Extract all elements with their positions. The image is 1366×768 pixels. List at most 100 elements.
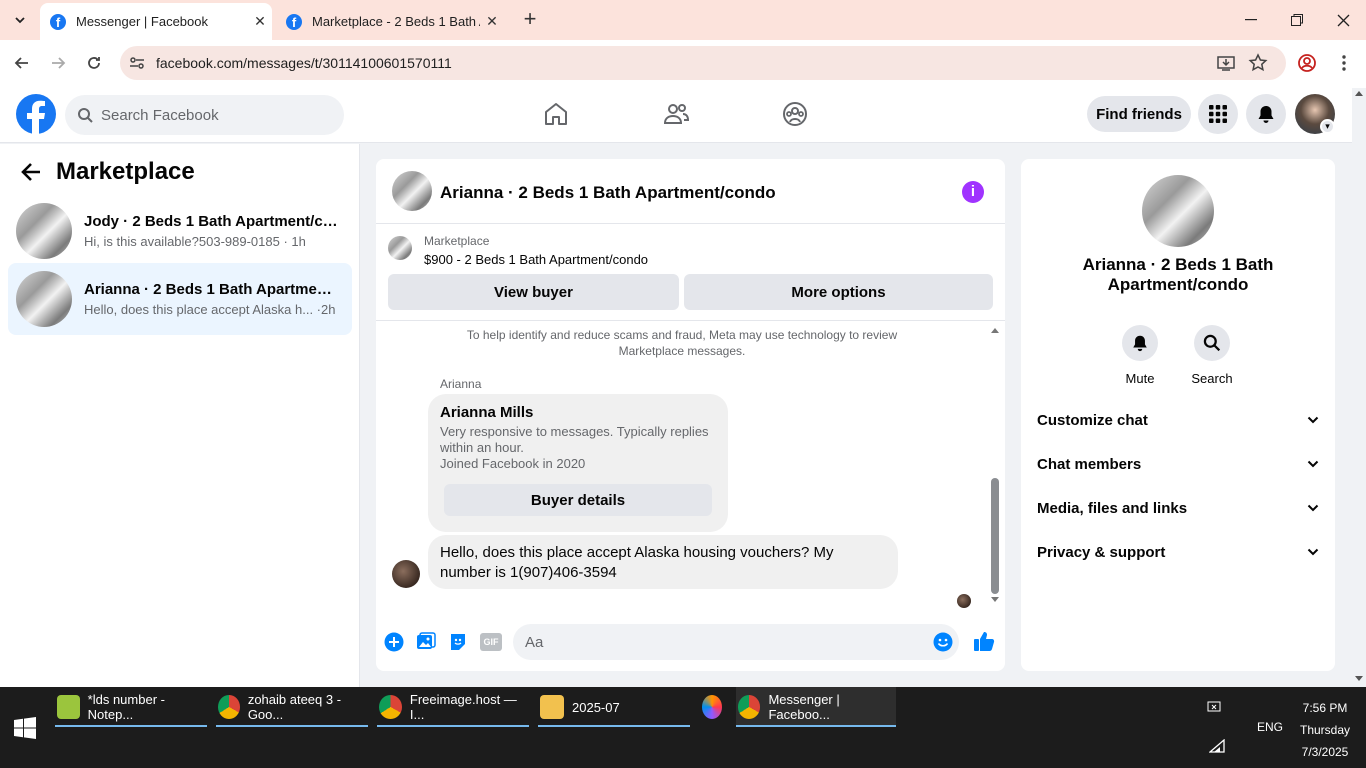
more-options-button[interactable]: More options xyxy=(684,274,993,310)
taskbar-item-chrome-freeimage[interactable]: Freeimage.host — I... xyxy=(377,687,529,727)
conversation-item[interactable]: Jody · 2 Beds 1 Bath Apartment/co... Hi,… xyxy=(8,195,352,267)
facebook-header: Search Facebook Find friends ▾ xyxy=(0,86,1366,143)
windows-start-icon[interactable] xyxy=(14,717,36,739)
search-icon xyxy=(77,107,93,123)
tab-search-chevron-icon[interactable] xyxy=(8,8,32,32)
photo-icon[interactable] xyxy=(416,632,436,652)
account-avatar[interactable]: ▾ xyxy=(1295,94,1335,134)
clock-day: Thursday xyxy=(1299,723,1351,737)
taskbar-item-folder[interactable]: 2025-07 xyxy=(538,687,690,727)
chat-header: Arianna · 2 Beds 1 Bath Apartment/condo … xyxy=(376,159,1005,224)
listing-source: Marketplace xyxy=(424,234,490,248)
home-icon[interactable] xyxy=(542,100,570,128)
network-tray-icon[interactable] xyxy=(1207,699,1225,713)
message-bubble[interactable]: Hello, does this place accept Alaska hou… xyxy=(428,535,898,589)
buyer-name: Arianna Mills xyxy=(440,404,534,421)
scam-notice: To help identify and reduce scams and fr… xyxy=(466,328,898,358)
back-icon[interactable] xyxy=(12,53,32,73)
chevron-down-icon xyxy=(1307,416,1319,424)
close-window-icon[interactable] xyxy=(1320,6,1366,34)
conversation-preview: Hi, is this available?503-989-0185 · 1h xyxy=(84,234,306,249)
media-files-links-section[interactable]: Media, files and links xyxy=(1037,486,1319,530)
section-label: Privacy & support xyxy=(1037,543,1166,561)
language-indicator[interactable]: ENG xyxy=(1257,720,1283,734)
back-arrow-icon[interactable] xyxy=(20,162,42,182)
scrollbar-thumb[interactable] xyxy=(991,478,999,594)
find-friends-button[interactable]: Find friends xyxy=(1087,96,1191,132)
tab-messenger[interactable]: f Messenger | Facebook ✕ xyxy=(40,3,272,40)
notifications-bell-icon[interactable] xyxy=(1246,94,1286,134)
close-tab-icon[interactable]: ✕ xyxy=(248,13,272,30)
browser-toolbar: facebook.com/messages/t/3011410060157011… xyxy=(0,40,1366,86)
taskbar-item-messenger[interactable]: Messenger | Faceboo... xyxy=(736,687,896,727)
taskbar-item-firefox[interactable] xyxy=(700,687,730,727)
search-chat-button[interactable]: Search xyxy=(1182,325,1242,386)
chevron-down-icon: ▾ xyxy=(1320,119,1335,134)
chat-members-section[interactable]: Chat members xyxy=(1037,442,1319,486)
gif-icon[interactable]: GIF xyxy=(480,633,502,651)
minimize-icon[interactable] xyxy=(1228,6,1274,34)
chat-details-panel: Arianna · 2 Beds 1 Bath Apartment/condo … xyxy=(1021,159,1335,671)
chrome-icon xyxy=(218,695,240,719)
chat-title[interactable]: Arianna · 2 Beds 1 Bath Apartment/condo xyxy=(440,183,776,203)
windows-taskbar: *lds number - Notep... zohaib ateeq 3 - … xyxy=(0,687,1366,768)
chevron-down-icon xyxy=(1307,460,1319,468)
folder-icon xyxy=(540,695,564,719)
info-icon[interactable]: i xyxy=(962,181,984,203)
browser-menu-icon[interactable] xyxy=(1334,53,1354,73)
restore-icon[interactable] xyxy=(1274,6,1320,34)
taskbar-item-notepad[interactable]: *lds number - Notep... xyxy=(55,687,207,727)
close-tab-icon[interactable]: ✕ xyxy=(480,13,504,30)
clock-date: 7/3/2025 xyxy=(1301,745,1349,759)
details-title[interactable]: Arianna · 2 Beds 1 Bath Apartment/condo xyxy=(1041,255,1315,295)
listing-price[interactable]: $900 - 2 Beds 1 Bath Apartment/condo xyxy=(424,252,648,267)
taskbar-label: 2025-07 xyxy=(572,699,620,715)
reload-icon[interactable] xyxy=(84,53,104,73)
search-placeholder: Search Facebook xyxy=(101,106,219,124)
scroll-up-icon xyxy=(991,328,999,333)
customize-chat-section[interactable]: Customize chat xyxy=(1037,398,1319,442)
add-circle-icon[interactable] xyxy=(384,632,404,652)
chat-listing-thumbnail[interactable] xyxy=(392,171,432,211)
menu-grid-icon[interactable] xyxy=(1198,94,1238,134)
page-scrollbar[interactable] xyxy=(1352,88,1366,687)
conversation-name: Arianna · 2 Beds 1 Bath Apartment... xyxy=(84,281,340,298)
chevron-down-icon xyxy=(1307,504,1319,512)
notepad-icon xyxy=(57,695,80,719)
mute-button[interactable]: Mute xyxy=(1110,325,1170,386)
wifi-icon[interactable] xyxy=(1209,739,1225,753)
message-input[interactable]: Aa xyxy=(513,624,959,660)
forward-icon[interactable] xyxy=(48,53,68,73)
sender-avatar[interactable] xyxy=(392,560,420,588)
clock-time: 7:56 PM xyxy=(1302,701,1348,715)
profile-icon[interactable] xyxy=(1297,53,1317,73)
taskbar-label: Freeimage.host — I... xyxy=(409,692,517,722)
groups-icon[interactable] xyxy=(781,100,809,128)
facebook-logo-icon[interactable] xyxy=(16,94,56,134)
install-app-icon[interactable] xyxy=(1216,53,1236,73)
tab-title: Messenger | Facebook xyxy=(76,14,208,29)
buyer-description: Very responsive to messages. Typically r… xyxy=(440,424,709,455)
system-clock[interactable]: 7:56 PM Thursday 7/3/2025 xyxy=(1290,697,1360,763)
buyer-details-button[interactable]: Buyer details xyxy=(444,484,712,516)
emoji-icon[interactable] xyxy=(933,632,953,652)
bookmark-star-icon[interactable] xyxy=(1248,53,1268,73)
friends-icon[interactable] xyxy=(662,100,690,128)
browser-tab-strip: f Messenger | Facebook ✕ f Marketplace -… xyxy=(0,0,1366,40)
marketplace-conversations-panel: Marketplace Jody · 2 Beds 1 Bath Apartme… xyxy=(0,144,360,687)
privacy-support-section[interactable]: Privacy & support xyxy=(1037,530,1319,574)
taskbar-item-chrome-zohaib[interactable]: zohaib ateeq 3 - Goo... xyxy=(216,687,368,727)
sticker-icon[interactable] xyxy=(448,632,468,652)
facebook-search-input[interactable]: Search Facebook xyxy=(65,95,344,135)
site-settings-icon[interactable] xyxy=(128,54,146,72)
tab-marketplace[interactable]: f Marketplace - 2 Beds 1 Bath Ap ✕ xyxy=(276,3,504,40)
like-thumb-icon[interactable] xyxy=(973,630,995,652)
address-bar[interactable]: facebook.com/messages/t/3011410060157011… xyxy=(120,46,1286,80)
listing-large-thumbnail[interactable] xyxy=(1142,175,1214,247)
view-buyer-button[interactable]: View buyer xyxy=(388,274,679,310)
panel-title: Marketplace xyxy=(56,158,195,185)
scroll-down-icon xyxy=(991,597,999,602)
chevron-down-icon xyxy=(1307,548,1319,556)
conversation-item-selected[interactable]: Arianna · 2 Beds 1 Bath Apartment... Hel… xyxy=(8,263,352,335)
new-tab-icon[interactable]: + xyxy=(518,8,542,32)
